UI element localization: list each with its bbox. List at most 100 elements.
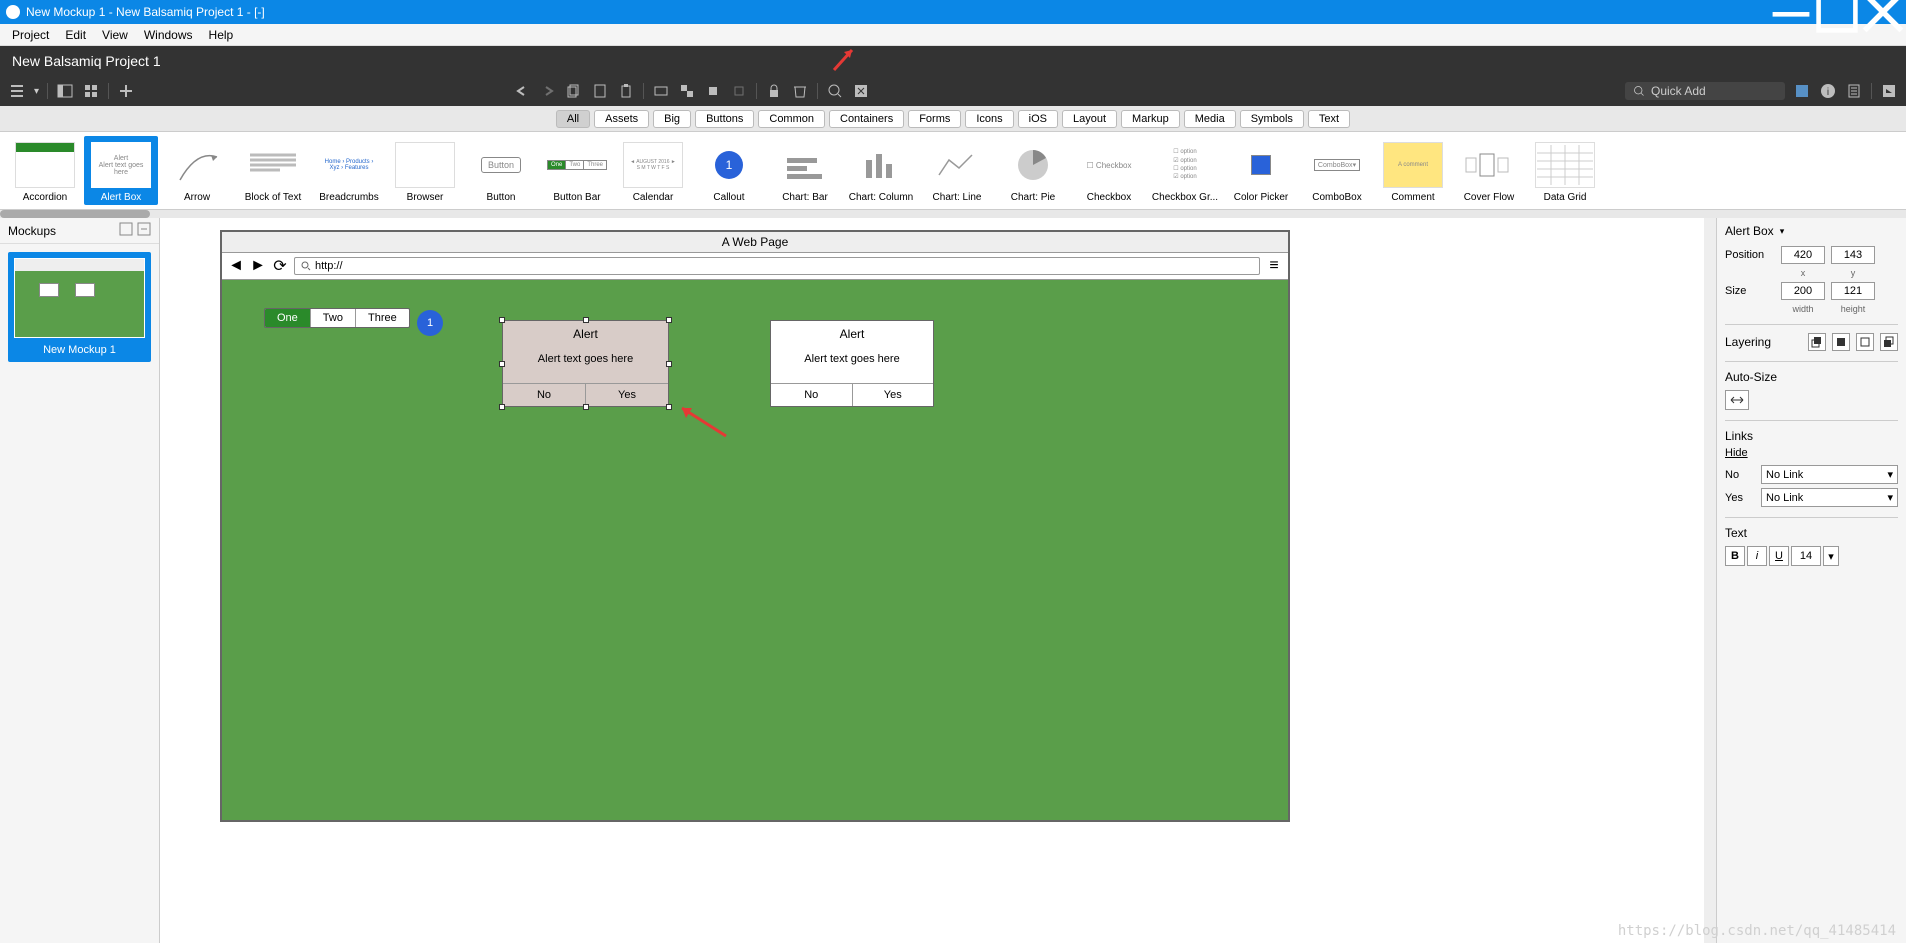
lib-button[interactable]: ButtonButton: [464, 136, 538, 205]
font-size-dropdown[interactable]: ▾: [1823, 546, 1839, 566]
lib-button-bar[interactable]: OneTwoThreeButton Bar: [540, 136, 614, 205]
send-back-icon[interactable]: [730, 82, 748, 100]
hide-link[interactable]: Hide: [1725, 447, 1898, 459]
cat-all[interactable]: All: [556, 110, 590, 128]
menu-icon[interactable]: [8, 82, 26, 100]
paste-icon[interactable]: [591, 82, 609, 100]
cat-forms[interactable]: Forms: [908, 110, 961, 128]
underline-button[interactable]: U: [1769, 546, 1789, 566]
bring-front-icon[interactable]: [704, 82, 722, 100]
add-icon[interactable]: [117, 82, 135, 100]
lib-chart-pie[interactable]: Chart: Pie: [996, 136, 1070, 205]
maximize-button[interactable]: [1814, 0, 1860, 24]
user-icon[interactable]: [1793, 82, 1811, 100]
canvas-scrollbar[interactable]: [1704, 218, 1716, 943]
cat-icons[interactable]: Icons: [965, 110, 1013, 128]
grid-view-icon[interactable]: [82, 82, 100, 100]
callout-mockup[interactable]: 1: [417, 310, 443, 336]
send-backward-button[interactable]: [1856, 333, 1874, 351]
lib-accordion[interactable]: Accordion: [8, 136, 82, 205]
cat-buttons[interactable]: Buttons: [695, 110, 754, 128]
lib-block-text[interactable]: Block of Text: [236, 136, 310, 205]
position-x-input[interactable]: [1781, 246, 1825, 264]
alert-yes-button[interactable]: Yes: [586, 384, 668, 406]
alert-no-button[interactable]: No: [503, 384, 586, 406]
cat-assets[interactable]: Assets: [594, 110, 649, 128]
dropdown-icon[interactable]: ▾: [1780, 226, 1785, 237]
italic-button[interactable]: i: [1747, 546, 1767, 566]
tab-one[interactable]: One: [265, 309, 311, 327]
minimize-button[interactable]: [1768, 0, 1814, 24]
alert-no-button[interactable]: No: [771, 384, 853, 406]
lib-checkbox[interactable]: ☐ CheckboxCheckbox: [1072, 136, 1146, 205]
height-input[interactable]: [1831, 282, 1875, 300]
close-button[interactable]: [1860, 0, 1906, 24]
quick-add-input[interactable]: Quick Add: [1625, 82, 1785, 100]
lib-cover-flow[interactable]: Cover Flow: [1452, 136, 1526, 205]
menu-windows[interactable]: Windows: [136, 26, 201, 44]
component-library[interactable]: Accordion AlertAlert text goes hereAlert…: [0, 132, 1906, 210]
copy-icon[interactable]: [565, 82, 583, 100]
info-icon[interactable]: i: [1819, 82, 1837, 100]
reload-icon[interactable]: ⟳: [272, 258, 288, 274]
mockups-collapse-icon[interactable]: [137, 222, 151, 239]
zoom-icon[interactable]: [826, 82, 844, 100]
lib-alert-box[interactable]: AlertAlert text goes hereAlert Box: [84, 136, 158, 205]
alert-yes-button[interactable]: Yes: [853, 384, 934, 406]
menu-help[interactable]: Help: [201, 26, 242, 44]
alert-box-2[interactable]: Alert Alert text goes here No Yes: [770, 320, 934, 407]
cat-big[interactable]: Big: [653, 110, 691, 128]
alert-box-selected[interactable]: Alert Alert text goes here No Yes: [502, 320, 669, 407]
resize-handle-n[interactable]: [583, 317, 589, 323]
panel-toggle-icon[interactable]: [56, 82, 74, 100]
back-icon[interactable]: ◄: [228, 258, 244, 274]
width-input[interactable]: [1781, 282, 1825, 300]
clipboard-icon[interactable]: [617, 82, 635, 100]
group-icon[interactable]: [652, 82, 670, 100]
cat-symbols[interactable]: Symbols: [1240, 110, 1304, 128]
mockups-view-icon[interactable]: [119, 222, 133, 239]
lib-browser[interactable]: Browser: [388, 136, 462, 205]
lib-chart-column[interactable]: Chart: Column: [844, 136, 918, 205]
lib-arrow[interactable]: Arrow: [160, 136, 234, 205]
cat-ios[interactable]: iOS: [1018, 110, 1058, 128]
lock-icon[interactable]: [765, 82, 783, 100]
resize-handle-w[interactable]: [499, 361, 505, 367]
canvas[interactable]: A Web Page ◄ ► ⟳ http:// ≡ One Two Three…: [160, 218, 1704, 943]
send-back-button[interactable]: [1880, 333, 1898, 351]
cat-media[interactable]: Media: [1184, 110, 1236, 128]
resize-handle-nw[interactable]: [499, 317, 505, 323]
browser-menu-icon[interactable]: ≡: [1266, 258, 1282, 274]
position-y-input[interactable]: [1831, 246, 1875, 264]
mockup-item[interactable]: New Mockup 1: [8, 252, 151, 362]
resize-handle-e[interactable]: [666, 361, 672, 367]
menu-project[interactable]: Project: [4, 26, 57, 44]
resize-handle-sw[interactable]: [499, 404, 505, 410]
lib-checkbox-group[interactable]: ☐ option☑ option☐ option☑ optionCheckbox…: [1148, 136, 1222, 205]
cat-markup[interactable]: Markup: [1121, 110, 1180, 128]
font-size-input[interactable]: 14: [1791, 546, 1821, 566]
forward-icon[interactable]: ►: [250, 258, 266, 274]
cat-text[interactable]: Text: [1308, 110, 1350, 128]
menu-view[interactable]: View: [94, 26, 136, 44]
button-bar-mockup[interactable]: One Two Three: [264, 308, 410, 328]
lib-breadcrumbs[interactable]: Home › Products › Xyz › FeaturesBreadcru…: [312, 136, 386, 205]
delete-icon[interactable]: [791, 82, 809, 100]
redo-icon[interactable]: [539, 82, 557, 100]
lib-data-grid[interactable]: Data Grid: [1528, 136, 1602, 205]
close-tool-icon[interactable]: [852, 82, 870, 100]
library-scrollbar[interactable]: [0, 210, 1906, 218]
ungroup-icon[interactable]: [678, 82, 696, 100]
link-yes-select[interactable]: No Link▾: [1761, 488, 1898, 507]
link-no-select[interactable]: No Link▾: [1761, 465, 1898, 484]
browser-mockup[interactable]: A Web Page ◄ ► ⟳ http:// ≡ One Two Three…: [220, 230, 1290, 822]
autosize-button[interactable]: [1725, 390, 1749, 410]
lib-comment[interactable]: A commentComment: [1376, 136, 1450, 205]
lib-callout[interactable]: 1Callout: [692, 136, 766, 205]
menu-edit[interactable]: Edit: [57, 26, 94, 44]
fullscreen-icon[interactable]: [1880, 82, 1898, 100]
cat-layout[interactable]: Layout: [1062, 110, 1117, 128]
lib-combobox[interactable]: ComboBox ▾ComboBox: [1300, 136, 1374, 205]
lib-chart-line[interactable]: Chart: Line: [920, 136, 994, 205]
resize-handle-s[interactable]: [583, 404, 589, 410]
